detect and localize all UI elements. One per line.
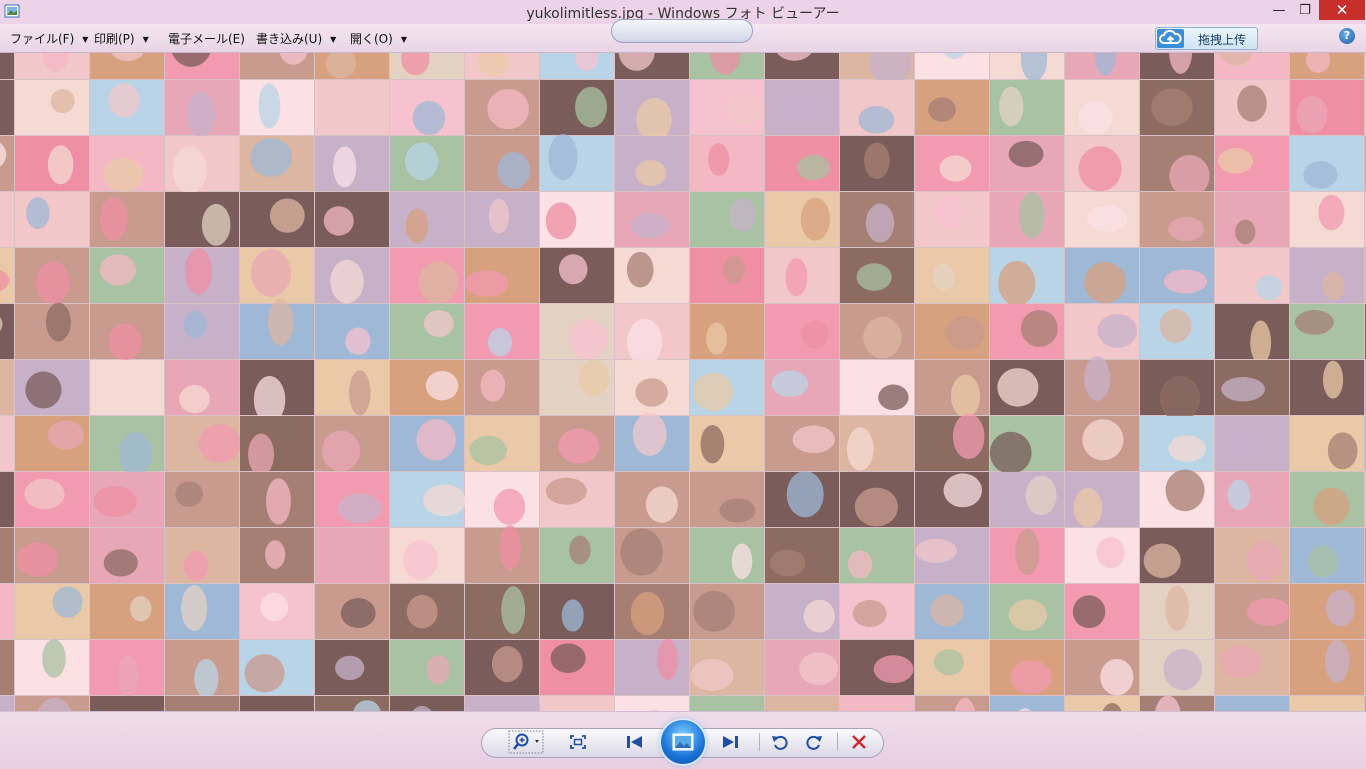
actual-size-icon (570, 735, 586, 749)
upload-button-label: 拖拽上传 (1198, 33, 1247, 47)
maximize-button[interactable]: ❐ (1292, 0, 1318, 20)
rotate-clockwise-icon (806, 735, 822, 750)
previous-button[interactable] (620, 731, 650, 753)
slideshow-icon (672, 733, 694, 751)
delete-button[interactable] (847, 730, 871, 754)
menu-open[interactable]: 開く(O) ▼ (350, 30, 407, 47)
toolbar-separator (759, 733, 760, 751)
menu-print-label: 印刷(P) (94, 32, 135, 46)
rotate-clockwise-button[interactable] (802, 730, 826, 754)
help-icon[interactable]: ? (1339, 28, 1355, 44)
menu-burn-label: 書き込み(U) (256, 32, 323, 46)
zoom-icon (508, 730, 544, 754)
image-viewer[interactable] (0, 53, 1366, 711)
menu-email[interactable]: 電子メール(E) (168, 30, 245, 47)
chevron-down-icon: ▼ (82, 35, 89, 44)
menu-burn[interactable]: 書き込み(U) ▼ (256, 30, 336, 47)
zoom-button[interactable] (507, 729, 545, 755)
chevron-down-icon: ▼ (142, 35, 149, 44)
rotate-counterclockwise-button[interactable] (768, 730, 792, 754)
actual-size-button[interactable] (566, 731, 590, 753)
chevron-down-icon: ▼ (330, 35, 337, 44)
minimize-button[interactable]: — (1266, 0, 1292, 20)
close-button[interactable]: ✕ (1319, 0, 1365, 20)
cloud-upload-icon (1157, 29, 1184, 48)
previous-icon (627, 736, 642, 748)
upload-button[interactable]: 拖拽上传 (1155, 27, 1258, 50)
menu-print[interactable]: 印刷(P) ▼ (94, 30, 149, 47)
displayed-photo-mosaic (0, 53, 1366, 711)
toolbar-separator (837, 733, 838, 751)
menu-email-label: 電子メール(E) (168, 32, 245, 46)
navigation-group (611, 19, 753, 43)
menu-open-label: 開く(O) (350, 32, 393, 46)
rotate-counterclockwise-icon (772, 735, 788, 750)
next-icon (723, 736, 738, 748)
menu-file-label: ファイル(F) (10, 32, 75, 46)
chevron-down-icon: ▼ (400, 35, 407, 44)
delete-icon (852, 735, 866, 749)
menu-file[interactable]: ファイル(F) ▼ (10, 30, 88, 47)
slideshow-button[interactable] (661, 720, 705, 764)
next-button[interactable] (715, 731, 745, 753)
